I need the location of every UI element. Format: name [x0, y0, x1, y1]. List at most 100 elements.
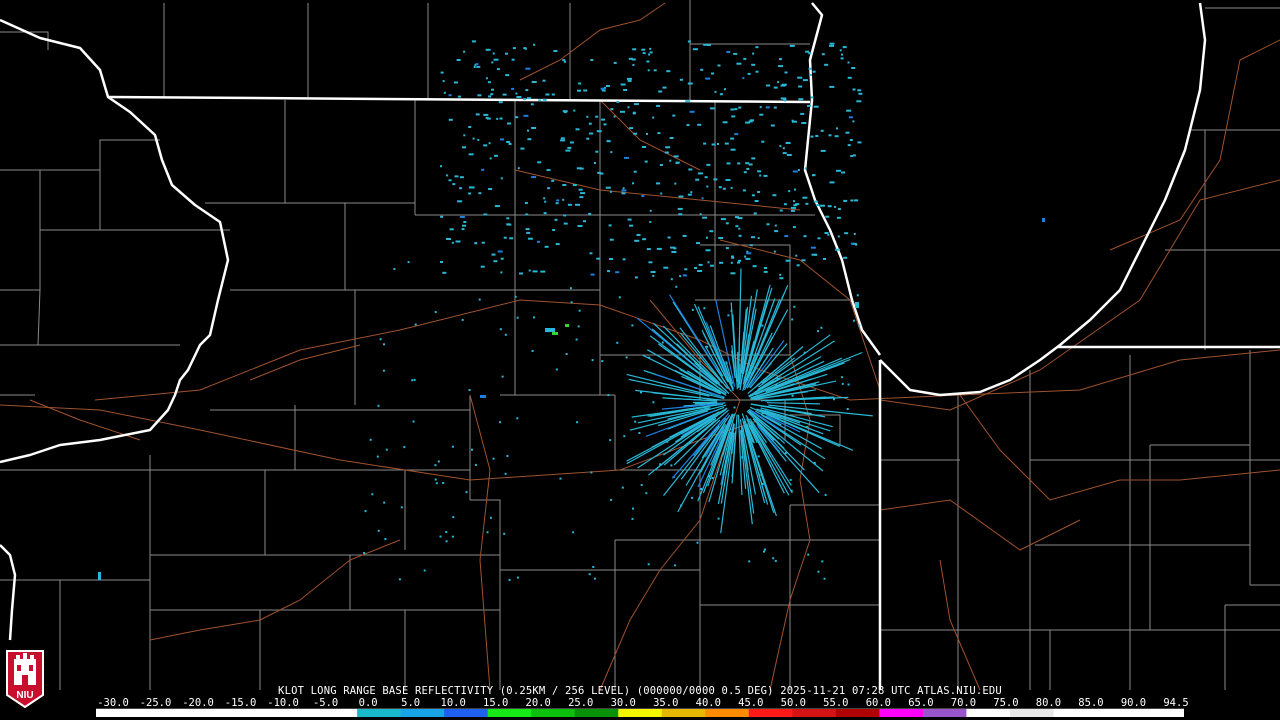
echo-pixel	[576, 421, 579, 424]
echo-pixel	[577, 325, 580, 328]
echo-pixel	[623, 435, 626, 438]
echo-pixel	[847, 144, 851, 147]
echo-pixel	[836, 216, 841, 219]
echo-pixel	[796, 264, 800, 267]
echo-pixel	[711, 72, 714, 75]
echo-pixel	[846, 408, 849, 410]
echo-pixel	[725, 247, 729, 250]
echo-pixel	[731, 256, 735, 259]
echo-pixel	[642, 52, 646, 55]
echo-pixel	[773, 106, 777, 109]
echo-pixel	[722, 121, 728, 124]
echo-pixel	[770, 124, 775, 127]
echo-pixel	[481, 168, 485, 171]
echo-pixel	[813, 200, 818, 203]
echo-pixel	[377, 529, 380, 532]
echo-pixel	[764, 267, 767, 269]
echo-pixel	[563, 214, 567, 217]
echo-pixel	[748, 560, 751, 563]
echo-pixel	[461, 228, 465, 231]
echo-pixel	[702, 216, 708, 219]
echo-pixel	[670, 464, 673, 467]
echo-pixel	[778, 65, 783, 68]
echo-pixel	[569, 287, 572, 290]
echo-pixel	[622, 187, 625, 190]
echo-pixel	[638, 432, 641, 434]
echo-pixel	[836, 127, 838, 130]
echo-pixel	[520, 147, 525, 150]
echo-pixel	[485, 77, 488, 80]
echo-pixel	[592, 566, 595, 568]
echo-pixel	[679, 275, 682, 278]
echo-pixel	[711, 477, 714, 479]
echo-pixel	[543, 212, 547, 215]
echo-pixel	[718, 237, 724, 239]
echo-pixel	[483, 213, 488, 216]
echo-pixel	[524, 202, 528, 204]
echo-pixel	[722, 187, 726, 190]
echo-pixel	[735, 216, 739, 219]
echo-pixel	[807, 104, 811, 107]
echo-pixel	[724, 88, 726, 91]
echo-pixel	[516, 417, 519, 420]
echo-pixel	[733, 52, 738, 55]
echo-pixel	[710, 264, 714, 267]
echo-pixel	[694, 267, 698, 269]
echo-pixel	[491, 61, 494, 64]
echo-pixel	[609, 190, 612, 193]
echo-pixel	[659, 164, 663, 166]
echo-pixel	[794, 188, 796, 191]
echo-pixel	[690, 191, 693, 194]
echo-pixel	[580, 192, 586, 195]
echo-pixel	[454, 175, 459, 178]
echo-pixel	[772, 194, 777, 197]
echo-pixel	[691, 496, 694, 499]
echo-pixel	[620, 110, 625, 113]
echo-pixel	[738, 227, 741, 230]
echo-pixel	[763, 548, 766, 551]
echo-pixel	[1042, 218, 1045, 222]
echo-pixel	[583, 220, 586, 223]
echo-pixel	[451, 241, 454, 244]
echo-pixel	[753, 212, 757, 215]
echo-pixel	[576, 167, 582, 170]
echo-pixel	[755, 70, 759, 73]
echo-pixel	[519, 272, 523, 275]
echo-pixel	[803, 235, 807, 238]
echo-pixel	[413, 378, 416, 381]
echo-pixel	[782, 152, 787, 155]
echo-pixel	[575, 128, 580, 131]
echo-pixel	[788, 190, 791, 193]
echo-pixel	[697, 123, 702, 126]
echo-pixel	[500, 138, 504, 141]
echo-pixel	[673, 155, 679, 158]
echo-pixel	[813, 105, 819, 108]
echo-pixel	[490, 93, 494, 96]
echo-pixel	[501, 375, 504, 378]
echo-pixel	[791, 318, 794, 321]
echo-pixel	[703, 43, 708, 46]
echo-pixel	[649, 221, 652, 223]
echo-pixel	[789, 44, 795, 47]
echo-pixel	[400, 506, 403, 509]
echo-pixel	[672, 114, 676, 117]
echo-pixel	[499, 117, 503, 120]
echo-pixel	[790, 209, 795, 212]
echo-pixel	[665, 146, 671, 149]
echo-pixel	[779, 277, 784, 280]
echo-pixel	[369, 438, 372, 441]
state-borders	[0, 2, 1280, 690]
echo-pixel	[827, 233, 830, 236]
echo-pixel	[705, 249, 711, 252]
echo-pixel	[527, 97, 531, 100]
echo-pixel	[765, 106, 770, 109]
echo-pixel	[589, 252, 593, 255]
echo-pixel	[471, 448, 473, 451]
echo-pixel	[475, 63, 479, 66]
echo-pixel	[546, 169, 551, 172]
echo-pixel	[817, 237, 821, 240]
echo-pixel	[553, 50, 558, 52]
echo-pixel	[856, 100, 862, 103]
echo-pixel	[784, 235, 789, 238]
echo-pixel	[825, 215, 830, 218]
